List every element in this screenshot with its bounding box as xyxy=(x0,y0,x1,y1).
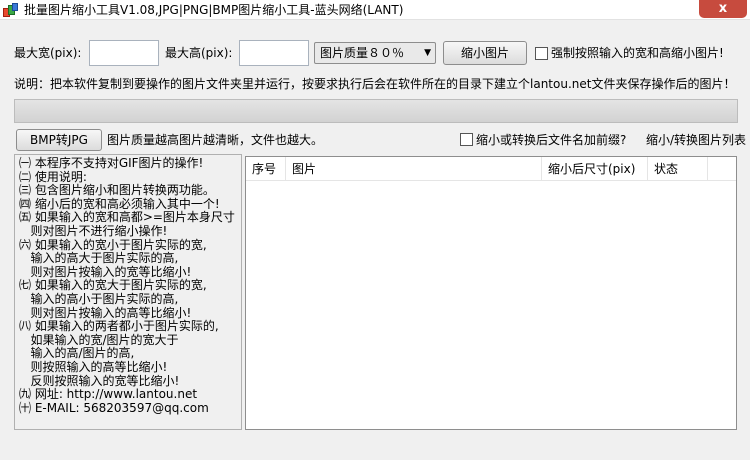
close-button[interactable]: x xyxy=(699,0,747,18)
info-line: 输入的高大于图片实际的高, xyxy=(19,251,179,266)
quality-note: 图片质量越高图片越清晰，文件也越大。 xyxy=(107,133,324,147)
chevron-down-icon: ▼ xyxy=(424,48,431,58)
list-header: 序号 图片 缩小后尺寸(pix) 状态 xyxy=(246,157,736,181)
info-line: 输入的高/图片的高, xyxy=(19,346,135,361)
info-line: 则按照输入的高等比缩小! xyxy=(19,359,168,374)
info-line: ㈠ 本程序不支持对GIF图片的操作! xyxy=(19,156,204,170)
info-line: ㈢ 包含图片缩小和图片转换两功能。 xyxy=(19,183,215,198)
info-line: ㈨ 网址: http://www.lantou.net xyxy=(19,387,198,402)
info-line: 输入的高小于图片实际的高, xyxy=(19,291,179,306)
column-header-size[interactable]: 缩小后尺寸(pix) xyxy=(542,157,648,181)
force-size-checkbox[interactable] xyxy=(535,47,548,60)
info-line: ㈩ E-MAIL: 568203597@qq.com xyxy=(19,400,209,415)
quality-select-value: 图片质量８０％ xyxy=(320,46,405,60)
max-height-input[interactable] xyxy=(239,40,309,66)
shrink-images-button[interactable]: 缩小图片 xyxy=(443,41,527,65)
force-size-checkbox-label: 强制按照输入的宽和高缩小图片! xyxy=(551,46,724,60)
usage-info-panel: ㈠ 本程序不支持对GIF图片的操作! ㈡ 使用说明: ㈢ 包含图片缩小和图片转换… xyxy=(14,154,242,430)
max-width-input[interactable] xyxy=(89,40,159,66)
max-width-label: 最大宽(pix): xyxy=(14,46,82,60)
window-title: 批量图片缩小工具V1.08,JPG|PNG|BMP图片缩小工具-蓝头网络(LAN… xyxy=(24,3,404,17)
add-prefix-checkbox[interactable] xyxy=(460,133,473,146)
column-header-image[interactable]: 图片 xyxy=(286,157,542,181)
max-height-label: 最大高(pix): xyxy=(165,46,233,60)
add-prefix-checkbox-label: 缩小或转换后文件名加前缀? xyxy=(476,133,627,147)
info-line: 则对图片不进行缩小操作! xyxy=(19,223,168,238)
column-header-index[interactable]: 序号 xyxy=(246,157,286,181)
app-icon xyxy=(3,3,19,17)
title-bar: 批量图片缩小工具V1.08,JPG|PNG|BMP图片缩小工具-蓝头网络(LAN… xyxy=(0,0,750,20)
column-header-extra[interactable] xyxy=(708,157,736,181)
progress-bar xyxy=(14,99,738,123)
image-list-view[interactable]: 序号 图片 缩小后尺寸(pix) 状态 xyxy=(245,156,737,430)
list-title: 缩小/转换图片列表 xyxy=(646,133,747,147)
column-header-status[interactable]: 状态 xyxy=(648,157,708,181)
info-line: 反则按照输入的宽等比缩小! xyxy=(19,373,180,388)
instruction-text: 说明：把本软件复制到要操作的图片文件夹里并运行，按要求执行后会在软件所在的目录下… xyxy=(14,77,736,91)
bmp-to-jpg-button[interactable]: BMP转JPG xyxy=(16,129,102,151)
info-line: ㈤ 如果输入的宽和高都>=图片本身尺寸 xyxy=(19,210,235,225)
info-line: ㈦ 如果输入的宽大于图片实际的宽, xyxy=(19,278,207,293)
quality-select[interactable]: 图片质量８０％ ▼ xyxy=(314,42,436,64)
info-line: ㈧ 如果输入的两者都小于图片实际的, xyxy=(19,319,219,334)
